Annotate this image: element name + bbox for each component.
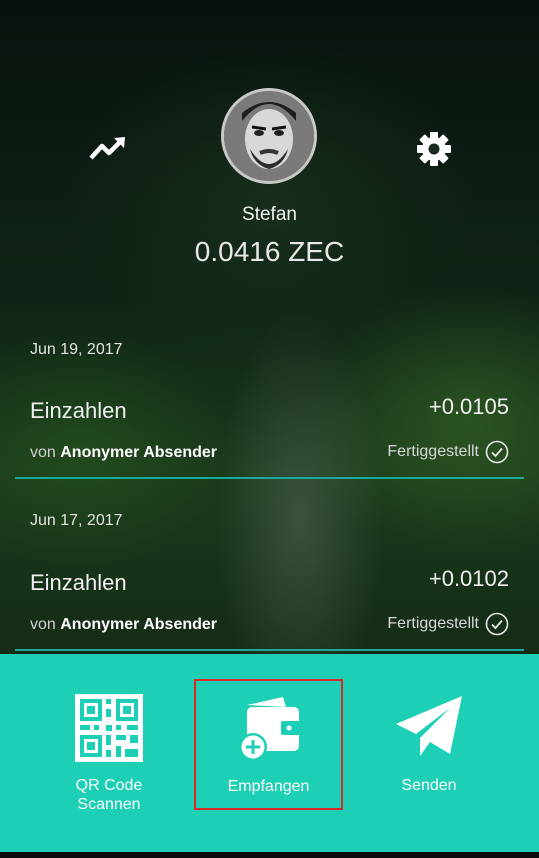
transaction-status: Fertiggestellt — [387, 440, 509, 464]
scan-qr-label-line1: QR Code — [75, 777, 143, 794]
transaction-date: Jun 17, 2017 — [30, 512, 123, 529]
system-nav-strip — [0, 852, 539, 858]
transaction-divider — [15, 649, 524, 651]
scan-qr-button[interactable]: QR Code Scannen — [44, 694, 174, 814]
status-label: Fertiggestellt — [387, 615, 479, 632]
wallet-add-icon — [238, 697, 301, 761]
paper-plane-icon — [396, 696, 462, 756]
balance: 0.0416 ZEC — [194, 236, 345, 267]
sender-name: Anonymer Absender — [60, 616, 218, 633]
transaction-status: Fertiggestellt — [387, 612, 509, 636]
status-label: Fertiggestellt — [387, 443, 479, 460]
receive-label: Empfangen — [227, 778, 310, 795]
scan-qr-label-line2: Scannen — [77, 796, 141, 813]
qr-code-icon — [75, 694, 143, 762]
check-circle-icon — [485, 612, 509, 636]
transaction-title[interactable]: Einzahlen — [30, 570, 127, 596]
avatar[interactable] — [221, 88, 317, 184]
transaction-sender: von Anonymer Absender — [30, 616, 217, 634]
send-label: Senden — [401, 777, 457, 794]
transaction-date: Jun 19, 2017 — [30, 341, 123, 358]
sender-name: Anonymer Absender — [60, 444, 218, 461]
gear-icon[interactable] — [415, 130, 453, 168]
username: Stefan — [242, 204, 297, 225]
transaction-divider — [15, 477, 524, 479]
transaction-amount: +0.0105 — [428, 394, 509, 419]
send-button[interactable]: Senden — [364, 694, 494, 795]
transaction-title[interactable]: Einzahlen — [30, 398, 127, 424]
trending-up-icon[interactable] — [88, 134, 128, 162]
transaction-amount: +0.0102 — [428, 566, 509, 591]
check-circle-icon — [485, 440, 509, 464]
receive-button[interactable]: Empfangen — [194, 679, 343, 810]
transaction-sender: von Anonymer Absender — [30, 444, 217, 462]
sender-prefix: von — [30, 444, 56, 461]
sender-prefix: von — [30, 616, 56, 633]
